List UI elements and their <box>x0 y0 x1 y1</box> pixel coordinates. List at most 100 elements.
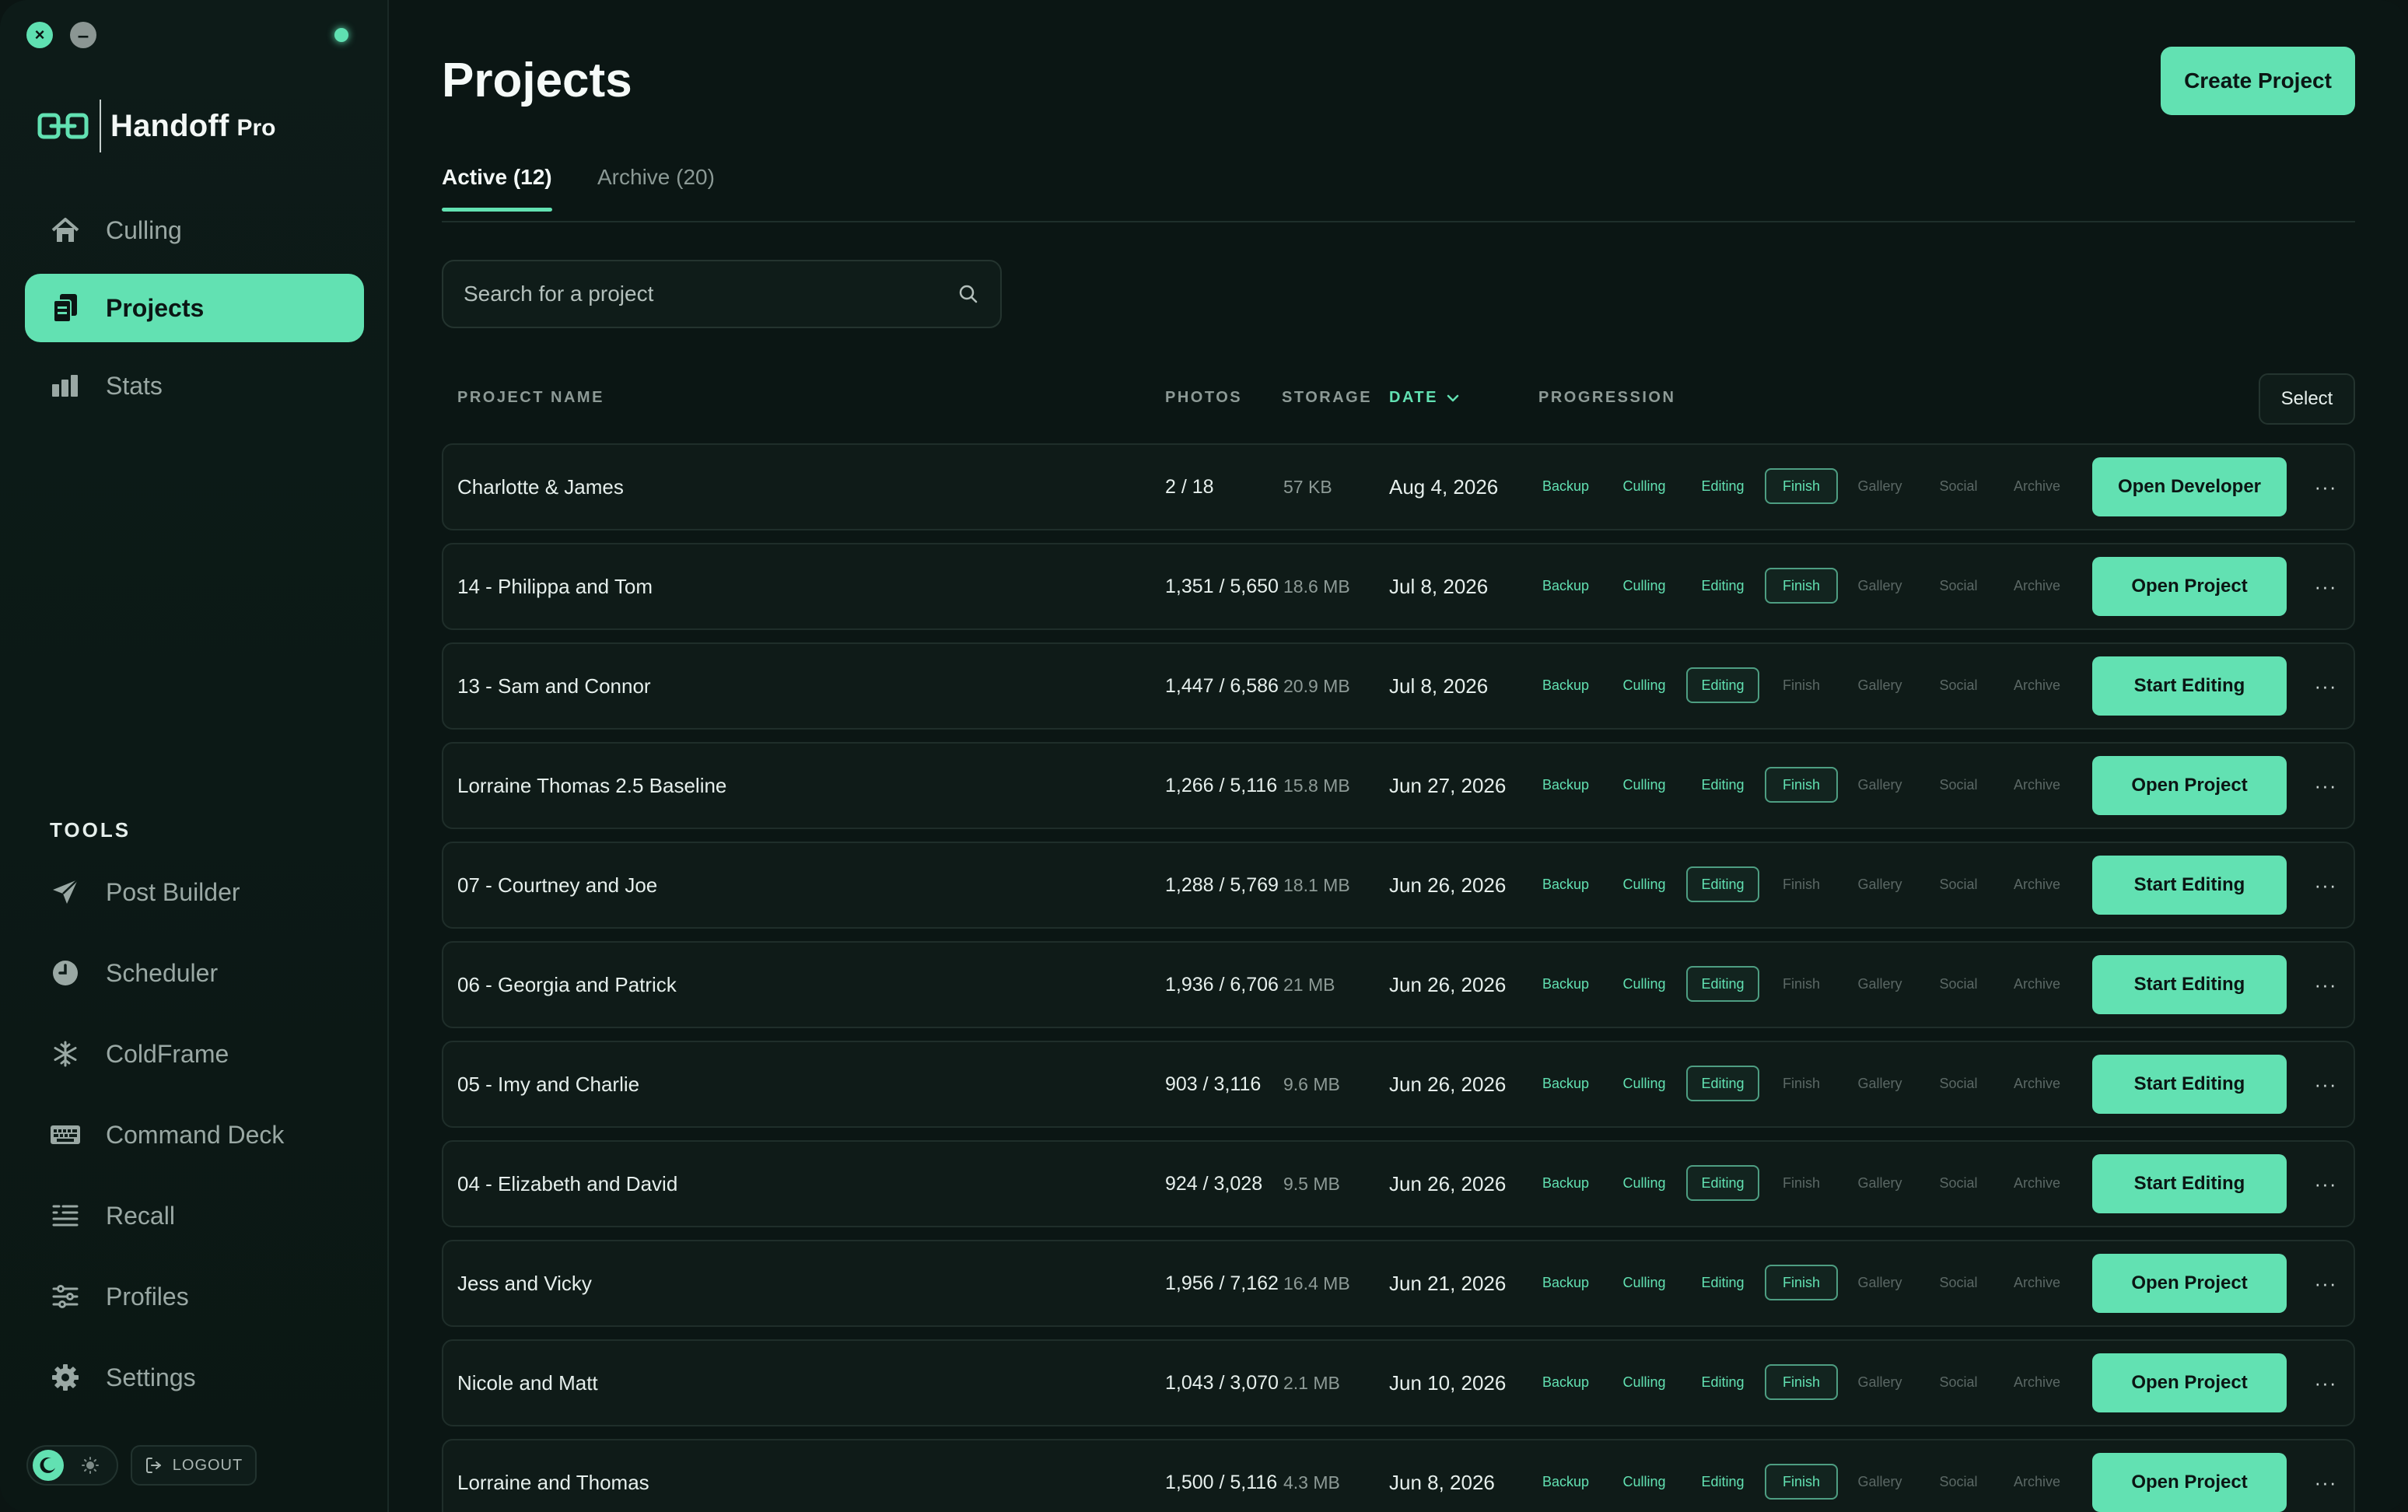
stage-gallery: Gallery <box>1857 677 1902 693</box>
row-action-button[interactable]: Start Editing <box>2092 1055 2287 1114</box>
sidebar-item-projects[interactable]: Projects <box>25 274 364 342</box>
project-name: 13 - Sam and Connor <box>457 674 651 698</box>
sidebar-item-stats[interactable]: Stats <box>25 352 364 420</box>
more-options-button[interactable]: ··· <box>2304 1265 2347 1302</box>
project-name: Lorraine Thomas 2.5 Baseline <box>457 773 727 797</box>
more-options-button[interactable]: ··· <box>2304 767 2347 804</box>
more-options-button[interactable]: ··· <box>2304 1464 2347 1501</box>
row-action-button[interactable]: Start Editing <box>2092 955 2287 1014</box>
ellipsis-icon: ··· <box>2314 1072 2337 1096</box>
search-icon[interactable] <box>957 282 980 306</box>
create-project-button[interactable]: Create Project <box>2161 47 2355 115</box>
more-options-button[interactable]: ··· <box>2304 866 2347 904</box>
table-row[interactable]: 14 - Philippa and Tom 1,351 / 5,650 18.6 M… <box>442 543 2355 630</box>
project-name: 06 - Georgia and Patrick <box>457 972 677 996</box>
photo-count: 2 / 18 <box>1165 475 1214 498</box>
table-row[interactable]: 04 - Elizabeth and David 924 / 3,028 9.5 M… <box>442 1140 2355 1227</box>
project-name: Lorraine and Thomas <box>457 1470 649 1494</box>
table-row[interactable]: Lorraine Thomas 2.5 Baseline 1,266 / 5,11… <box>442 742 2355 829</box>
row-action-button[interactable]: Open Project <box>2092 557 2287 616</box>
stage-gallery: Gallery <box>1857 478 1902 494</box>
brand-suffix: Pro <box>236 115 276 141</box>
more-options-button[interactable]: ··· <box>2304 966 2347 1003</box>
row-action-button[interactable]: Open Project <box>2092 1254 2287 1313</box>
sidebar-item-command-deck[interactable]: Command Deck <box>25 1098 364 1171</box>
window-close-button[interactable]: × <box>26 22 53 48</box>
row-action-button[interactable]: Start Editing <box>2092 656 2287 716</box>
more-options-button[interactable]: ··· <box>2304 1165 2347 1202</box>
more-options-button[interactable]: ··· <box>2304 1364 2347 1402</box>
sidebar-item-profiles[interactable]: Profiles <box>25 1260 364 1333</box>
stage-finish: Finish <box>1765 767 1838 803</box>
stage-finish: Finish <box>1765 1464 1838 1500</box>
column-header-date[interactable]: DATE <box>1389 389 1460 407</box>
sidebar-item-culling[interactable]: Culling <box>25 196 364 264</box>
table-row[interactable]: 13 - Sam and Connor 1,447 / 6,586 20.9 MB J… <box>442 642 2355 730</box>
stage-archive: Archive <box>2013 1075 2061 1091</box>
more-options-button[interactable]: ··· <box>2304 468 2347 506</box>
stage-gallery: Gallery <box>1857 776 1902 793</box>
row-action-button[interactable]: Open Project <box>2092 1453 2287 1512</box>
select-button[interactable]: Select <box>2259 373 2355 425</box>
table-row[interactable]: 07 - Courtney and Joe 1,288 / 5,769 18.1 M… <box>442 842 2355 929</box>
tab-active[interactable]: Active (12) <box>442 165 552 212</box>
ellipsis-icon: ··· <box>2314 1171 2337 1195</box>
stage-archive: Archive <box>2013 975 2061 992</box>
table-row[interactable]: Lorraine and Thomas 1,500 / 5,116 4.3 MB Ju… <box>442 1439 2355 1512</box>
search-input[interactable] <box>464 282 957 306</box>
gear-icon <box>50 1362 81 1393</box>
stage-backup: Backup <box>1542 975 1590 992</box>
sidebar-item-settings[interactable]: Settings <box>25 1341 364 1414</box>
progression-stages: Backup Culling Editing Finish Gallery Social A… <box>1529 568 2079 605</box>
column-header-storage[interactable]: STORAGE <box>1282 389 1372 407</box>
logout-button[interactable]: LOGOUT <box>131 1445 257 1486</box>
table-row[interactable]: Charlotte & James 2 / 18 57 KB Aug 4, 2026 B… <box>442 443 2355 530</box>
more-options-button[interactable]: ··· <box>2304 667 2347 705</box>
storage-size: 4.3 MB <box>1283 1472 1340 1493</box>
main-content: Projects Create Project Active (12) Arch… <box>389 0 2408 1512</box>
stage-social: Social <box>1939 776 1978 793</box>
ellipsis-icon: ··· <box>2314 972 2337 996</box>
column-header-photos[interactable]: PHOTOS <box>1165 389 1242 407</box>
theme-toggle[interactable] <box>26 1445 118 1486</box>
sidebar-item-label: Profiles <box>106 1282 189 1311</box>
table-row[interactable]: Jess and Vicky 1,956 / 7,162 16.4 MB Jun 21… <box>442 1240 2355 1327</box>
chevron-down-icon <box>1447 394 1459 401</box>
more-options-button[interactable]: ··· <box>2304 568 2347 605</box>
sidebar-item-coldframe[interactable]: ColdFrame <box>25 1017 364 1090</box>
progression-stages: Backup Culling Editing Finish Gallery Social A… <box>1529 1066 2079 1103</box>
row-action-button[interactable]: Start Editing <box>2092 856 2287 915</box>
row-action-button[interactable]: Open Developer <box>2092 457 2287 516</box>
sidebar-item-recall[interactable]: Recall <box>25 1179 364 1252</box>
stage-finish: Finish <box>1782 975 1820 992</box>
column-header-date-label: DATE <box>1389 389 1438 406</box>
table-row[interactable]: 05 - Imy and Charlie 903 / 3,116 9.6 MB Jun… <box>442 1041 2355 1128</box>
sidebar-item-post-builder[interactable]: Post Builder <box>25 856 364 929</box>
stage-gallery: Gallery <box>1857 975 1902 992</box>
brand-name: Handoff <box>110 108 229 143</box>
sidebar-item-scheduler[interactable]: Scheduler <box>25 936 364 1010</box>
tools-heading: TOOLS <box>50 818 131 842</box>
more-options-button[interactable]: ··· <box>2304 1066 2347 1103</box>
sidebar-item-label: Settings <box>106 1363 196 1391</box>
row-action-button[interactable]: Open Project <box>2092 756 2287 815</box>
stage-editing: Editing <box>1686 966 1759 1002</box>
project-date: Jul 8, 2026 <box>1389 574 1489 598</box>
row-action-button[interactable]: Open Project <box>2092 1353 2287 1412</box>
stage-backup: Backup <box>1542 478 1590 494</box>
ellipsis-icon: ··· <box>2314 474 2337 499</box>
stage-archive: Archive <box>2013 1274 2061 1290</box>
tab-archive[interactable]: Archive (20) <box>597 165 715 212</box>
table-row[interactable]: Nicole and Matt 1,043 / 3,070 2.1 MB Jun 10… <box>442 1339 2355 1426</box>
stage-backup: Backup <box>1542 776 1590 793</box>
search-box <box>442 260 1002 328</box>
stage-social: Social <box>1939 677 1978 693</box>
table-row[interactable]: 06 - Georgia and Patrick 1,936 / 6,706 21 … <box>442 941 2355 1028</box>
stage-culling: Culling <box>1622 975 1666 992</box>
stage-archive: Archive <box>2013 776 2061 793</box>
column-header-name[interactable]: PROJECT NAME <box>457 389 604 407</box>
tools-navigation: Post Builder Scheduler ColdFrame Command… <box>25 856 364 1422</box>
row-action-button[interactable]: Start Editing <box>2092 1154 2287 1213</box>
window-minimize-button[interactable]: – <box>70 22 96 48</box>
stage-gallery: Gallery <box>1857 1075 1902 1091</box>
